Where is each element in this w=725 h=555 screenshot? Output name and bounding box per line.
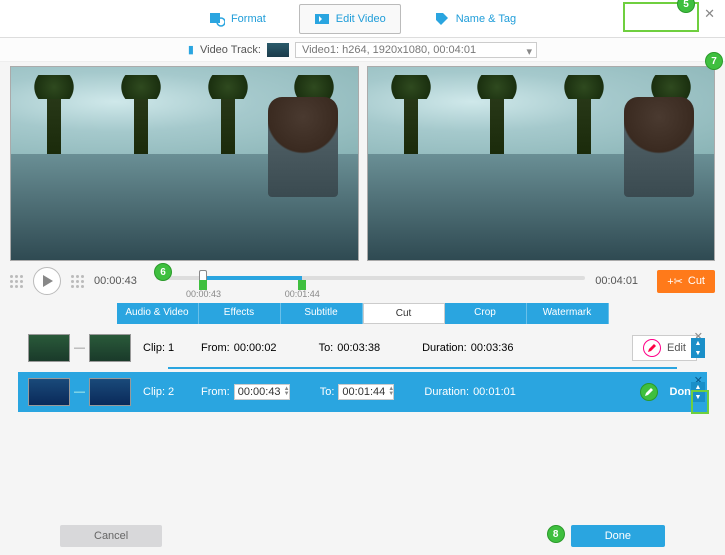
clip-thumb bbox=[28, 378, 70, 406]
format-icon bbox=[209, 11, 225, 27]
clip-row[interactable]: — Clip: 1 From: 00:00:02 To: 00:03:38 Du… bbox=[18, 328, 707, 368]
row-reorder[interactable]: ▲▼ bbox=[691, 338, 705, 358]
subtab-crop[interactable]: Crop bbox=[445, 303, 527, 324]
done-button[interactable]: Done bbox=[571, 525, 665, 547]
scissors-icon: +✂ bbox=[667, 275, 683, 288]
pencil-icon bbox=[643, 339, 661, 357]
total-time: 00:04:01 bbox=[595, 275, 647, 287]
chevron-down-icon: ▼ bbox=[691, 348, 705, 358]
tab-format[interactable]: Format bbox=[194, 4, 281, 34]
chevron-down-icon: ▼ bbox=[691, 392, 705, 402]
preview-viewport bbox=[367, 66, 716, 261]
top-tab-bar: Format Edit Video Name & Tag ✕ bbox=[0, 0, 725, 38]
edit-subtabs: Audio & Video Effects Subtitle Cut Crop … bbox=[0, 303, 725, 324]
duration-value: 00:03:36 bbox=[471, 342, 514, 354]
video-track-row: ▮ Video Track: Video1: h264, 1920x1080, … bbox=[0, 38, 725, 62]
chevron-up-icon: ▲ bbox=[691, 382, 705, 392]
clip-thumb bbox=[89, 334, 131, 362]
chevron-up-icon: ▲ bbox=[691, 338, 705, 348]
tab-edit-video[interactable]: Edit Video bbox=[299, 4, 401, 34]
current-time: 00:00:43 bbox=[94, 275, 146, 287]
subtab-effects[interactable]: Effects bbox=[199, 303, 281, 324]
clip-row[interactable]: — Clip: 2 From: 00:00:43▲▼ To: 00:01:44▲… bbox=[18, 372, 707, 412]
tab-name-tag[interactable]: Name & Tag bbox=[419, 4, 531, 34]
to-input[interactable]: 00:01:44▲▼ bbox=[338, 384, 394, 400]
subtab-cut[interactable]: Cut bbox=[363, 303, 445, 324]
annotation-badge-8: 8 bbox=[547, 525, 565, 543]
edit-video-icon bbox=[314, 11, 330, 27]
close-icon[interactable]: ✕ bbox=[704, 6, 715, 22]
clip-list: 5 — Clip: 1 From: 00:00:02 To: 00:03:38 … bbox=[0, 328, 725, 438]
clip-number: Clip: 2 bbox=[143, 386, 189, 398]
cut-button[interactable]: +✂ Cut bbox=[657, 270, 715, 293]
original-viewport bbox=[10, 66, 359, 261]
to-value: 00:03:38 bbox=[337, 342, 380, 354]
row-reorder[interactable]: ▲▼ bbox=[691, 382, 705, 402]
subtab-subtitle[interactable]: Subtitle bbox=[281, 303, 363, 324]
from-input[interactable]: 00:00:43▲▼ bbox=[234, 384, 290, 400]
annotation-badge-7: 7 bbox=[705, 52, 723, 70]
tag-icon bbox=[434, 11, 450, 27]
pencil-icon bbox=[640, 383, 658, 401]
clip-number: Clip: 1 bbox=[143, 342, 189, 354]
player-controls: 00:00:43 6 00:00:43 00:01:44 00:04:01 +✂… bbox=[0, 261, 725, 297]
edit-clip-button[interactable]: Edit bbox=[632, 335, 697, 361]
clip-thumb bbox=[89, 378, 131, 406]
cancel-button[interactable]: Cancel bbox=[60, 525, 162, 547]
prev-frame-icon[interactable] bbox=[10, 275, 23, 288]
track-thumb bbox=[267, 43, 289, 57]
subtab-watermark[interactable]: Watermark bbox=[527, 303, 609, 324]
from-value: 00:00:02 bbox=[234, 342, 277, 354]
subtab-audio-video[interactable]: Audio & Video bbox=[117, 303, 199, 324]
tab-label: Format bbox=[231, 13, 266, 25]
chevron-down-icon: ▾ bbox=[527, 45, 533, 58]
clip-thumb bbox=[28, 334, 70, 362]
play-button[interactable] bbox=[33, 267, 61, 295]
next-frame-icon[interactable] bbox=[71, 275, 84, 288]
timeline-slider[interactable]: 6 00:00:43 00:01:44 bbox=[156, 267, 585, 295]
tab-label: Edit Video bbox=[336, 13, 386, 25]
track-select[interactable]: Video1: h264, 1920x1080, 00:04:01 ▾ bbox=[295, 42, 537, 58]
tab-label: Name & Tag bbox=[456, 13, 516, 25]
track-label: Video Track: bbox=[200, 44, 261, 56]
annotation-badge-6: 6 bbox=[154, 263, 172, 281]
dialog-footer: Cancel 8 Done bbox=[0, 525, 725, 547]
duration-value: 00:01:01 bbox=[473, 386, 516, 398]
